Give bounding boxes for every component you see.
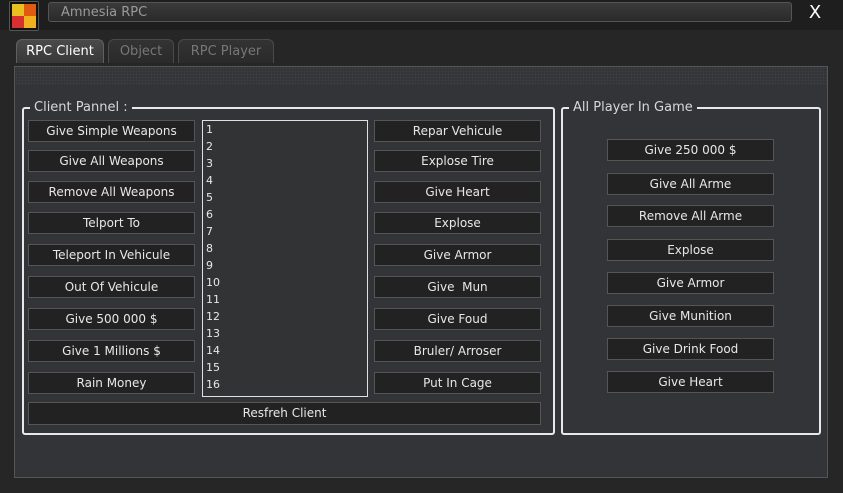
close-button[interactable]: X xyxy=(803,2,827,24)
logo-red-square xyxy=(12,16,24,28)
explose-all-button[interactable]: Explose xyxy=(607,239,774,261)
app-logo-icon xyxy=(9,1,39,31)
all-player-group: All Player In Game Give 250 000 $ Give A… xyxy=(561,100,821,435)
list-item[interactable]: 14 xyxy=(203,342,367,359)
list-item[interactable]: 3 xyxy=(203,155,367,172)
repar-vehicule-button[interactable]: Repar Vehicule xyxy=(374,120,541,142)
list-item[interactable]: 10 xyxy=(203,274,367,291)
put-in-cage-button[interactable]: Put In Cage xyxy=(374,372,541,394)
title-bar: Amnesia RPC X xyxy=(0,0,843,31)
explose-button[interactable]: Explose xyxy=(374,212,541,234)
give-drink-food-button[interactable]: Give Drink Food xyxy=(607,338,774,360)
tab-object[interactable]: Object xyxy=(108,39,174,63)
give-500000-button[interactable]: Give 500 000 $ xyxy=(28,308,195,330)
list-item[interactable]: 8 xyxy=(203,240,367,257)
give-all-arme-button[interactable]: Give All Arme xyxy=(607,173,774,195)
teleport-in-vehicule-button[interactable]: Teleport In Vehicule xyxy=(28,244,195,266)
give-250000-button[interactable]: Give 250 000 $ xyxy=(607,139,774,161)
clients-listbox[interactable]: 1 2 3 4 5 6 7 8 9 10 11 12 13 14 15 16 xyxy=(202,120,368,397)
list-item[interactable]: 1 xyxy=(203,121,367,138)
list-item[interactable]: 4 xyxy=(203,172,367,189)
list-item[interactable]: 9 xyxy=(203,257,367,274)
list-item[interactable]: 15 xyxy=(203,359,367,376)
all-player-legend: All Player In Game xyxy=(569,100,697,116)
give-simple-weapons-button[interactable]: Give Simple Weapons xyxy=(28,120,195,142)
list-item[interactable]: 5 xyxy=(203,189,367,206)
logo-orange-square xyxy=(24,4,36,16)
list-item[interactable]: 7 xyxy=(203,223,367,240)
give-all-weapons-button[interactable]: Give All Weapons xyxy=(28,150,195,172)
give-armor-button[interactable]: Give Armor xyxy=(374,244,541,266)
list-item[interactable]: 6 xyxy=(203,206,367,223)
remove-all-weapons-button[interactable]: Remove All Weapons xyxy=(28,181,195,203)
client-panel-group: Client Pannel : Give Simple Weapons Give… xyxy=(22,100,555,435)
explose-tire-button[interactable]: Explose Tire xyxy=(374,150,541,172)
list-item[interactable]: 16 xyxy=(203,376,367,393)
bruler-arroser-button[interactable]: Bruler/ Arroser xyxy=(374,340,541,362)
give-foud-button[interactable]: Give Foud xyxy=(374,308,541,330)
tab-rpc-client[interactable]: RPC Client xyxy=(16,39,104,63)
give-1-millions-button[interactable]: Give 1 Millions $ xyxy=(28,340,195,362)
tab-content-panel: Client Pannel : Give Simple Weapons Give… xyxy=(14,66,828,478)
logo-yellow-square xyxy=(12,4,24,16)
list-item[interactable]: 2 xyxy=(203,138,367,155)
tab-rpc-player[interactable]: RPC Player xyxy=(178,39,274,63)
remove-all-arme-button[interactable]: Remove All Arme xyxy=(607,205,774,227)
give-armor-all-button[interactable]: Give Armor xyxy=(607,272,774,294)
telport-to-button[interactable]: Telport To xyxy=(28,212,195,234)
logo-gold-square xyxy=(24,16,36,28)
give-heart-all-button[interactable]: Give Heart xyxy=(607,371,774,393)
list-item[interactable]: 13 xyxy=(203,325,367,342)
client-panel-legend: Client Pannel : xyxy=(30,100,132,116)
give-heart-button[interactable]: Give Heart xyxy=(374,181,541,203)
give-mun-button[interactable]: Give Mun xyxy=(374,276,541,298)
list-item[interactable]: 12 xyxy=(203,308,367,325)
refresh-client-button[interactable]: Resfreh Client xyxy=(28,402,541,425)
rain-money-button[interactable]: Rain Money xyxy=(28,372,195,394)
content-header-band xyxy=(15,67,827,85)
window-title: Amnesia RPC xyxy=(48,2,792,22)
give-munition-button[interactable]: Give Munition xyxy=(607,305,774,327)
out-of-vehicule-button[interactable]: Out Of Vehicule xyxy=(28,276,195,298)
list-item[interactable]: 11 xyxy=(203,291,367,308)
